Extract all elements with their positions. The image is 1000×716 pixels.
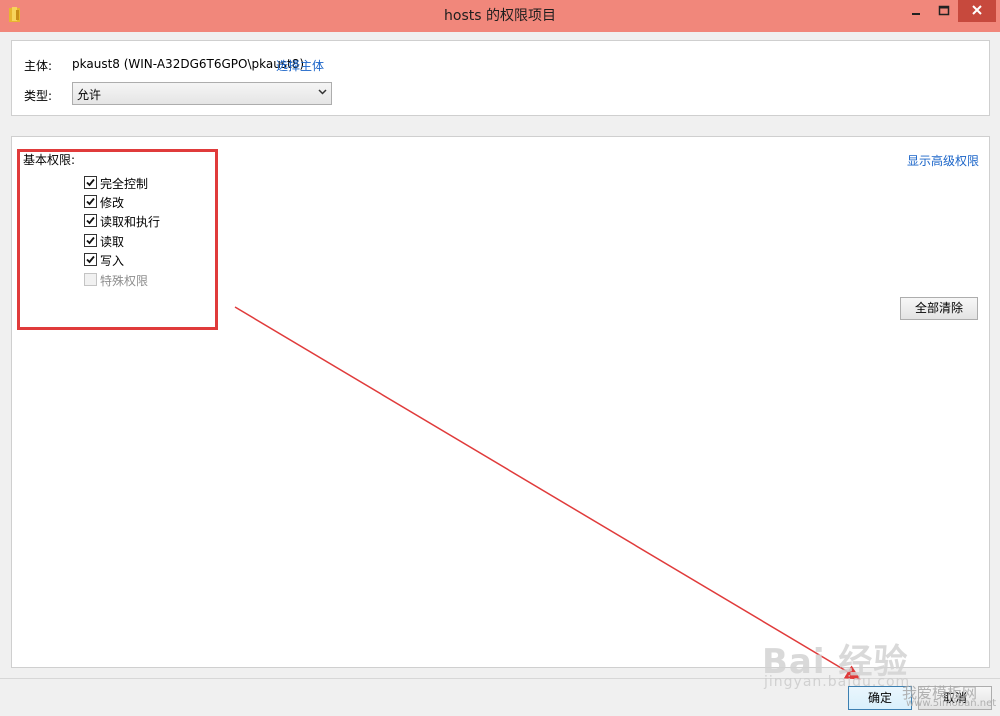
permission-label: 写入	[100, 254, 125, 268]
maximize-icon	[938, 5, 950, 16]
checkbox[interactable]	[84, 214, 97, 227]
checkbox	[84, 273, 97, 286]
checkmark-icon	[86, 236, 95, 245]
cancel-button[interactable]: 取消	[918, 686, 992, 710]
select-principal-link[interactable]: 选择主体	[276, 57, 324, 74]
type-select-value: 允许	[77, 88, 102, 102]
checkbox[interactable]	[84, 234, 97, 247]
ok-button[interactable]: 确定	[848, 686, 912, 710]
permission-label: 读取和执行	[100, 215, 161, 229]
chevron-down-icon	[318, 89, 327, 95]
permission-label: 读取	[100, 235, 125, 249]
minimize-button[interactable]	[902, 0, 930, 22]
type-label: 类型:	[24, 89, 53, 103]
checkmark-icon	[86, 197, 95, 206]
close-icon	[972, 5, 982, 15]
window-title: hosts 的权限项目	[444, 8, 556, 24]
clear-all-button[interactable]: 全部清除	[900, 297, 978, 320]
checkbox[interactable]	[84, 176, 97, 189]
checkmark-icon	[86, 255, 95, 264]
checkbox[interactable]	[84, 195, 97, 208]
checkmark-icon	[86, 216, 95, 225]
permission-label: 特殊权限	[100, 274, 149, 288]
minimize-icon	[912, 13, 920, 15]
close-button[interactable]	[958, 0, 996, 22]
permission-label: 完全控制	[100, 177, 149, 191]
type-select[interactable]: 允许	[72, 82, 332, 105]
principal-panel: 主体: pkaust8 (WIN-A32DG6T6GPO\pkaust8) 选择…	[11, 40, 990, 116]
maximize-button[interactable]	[930, 0, 958, 22]
checkmark-icon	[86, 178, 95, 187]
show-advanced-permissions-link[interactable]: 显示高级权限	[907, 152, 979, 169]
principal-value: pkaust8 (WIN-A32DG6T6GPO\pkaust8)	[72, 57, 305, 71]
checkbox[interactable]	[84, 253, 97, 266]
permissions-panel: 基本权限: 显示高级权限 完全控制 修改 读取和执行 读取 写入 特殊权限 全部…	[11, 136, 990, 668]
permission-label: 修改	[100, 196, 125, 210]
footer-divider	[0, 678, 1000, 679]
basic-permissions-title: 基本权限:	[23, 153, 76, 167]
title-bar: hosts 的权限项目	[0, 0, 1000, 32]
principal-label: 主体:	[24, 59, 53, 73]
